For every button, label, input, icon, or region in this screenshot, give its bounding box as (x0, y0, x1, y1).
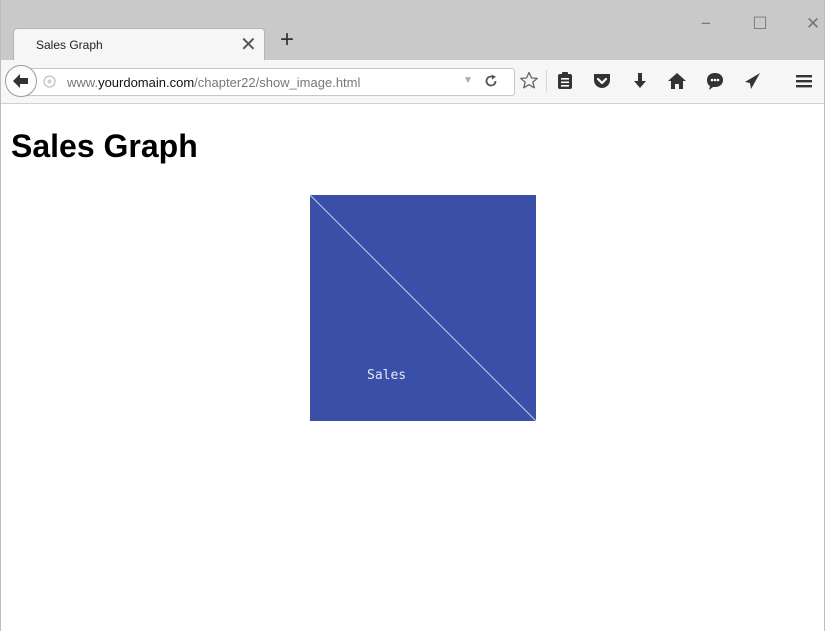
chat-icon[interactable] (703, 69, 727, 93)
url-history-dropdown-icon[interactable]: ▼ (463, 75, 473, 86)
home-icon[interactable] (665, 69, 689, 93)
tab-title: Sales Graph (36, 38, 103, 52)
minimize-button[interactable]: − (688, 10, 724, 38)
maximize-button[interactable]: ☐ (742, 10, 778, 38)
page-title: Sales Graph (11, 128, 198, 164)
url-path: /chapter22/show_image.html (194, 75, 361, 90)
reload-icon[interactable] (483, 73, 499, 89)
bookmark-star-icon[interactable] (517, 69, 541, 93)
sales-image-label: Sales (367, 368, 406, 383)
site-info-icon[interactable] (43, 75, 56, 88)
back-arrow-icon (13, 74, 28, 88)
toolbar-divider (546, 70, 547, 92)
back-button[interactable] (5, 65, 37, 97)
navigation-bar: www.yourdomain.com/chapter22/show_image.… (1, 60, 824, 104)
hamburger-menu-icon[interactable] (792, 69, 816, 93)
tab-sales-graph[interactable]: Sales Graph ✕ (13, 28, 265, 61)
url-prefix: www. (67, 75, 99, 90)
send-icon[interactable] (740, 69, 764, 93)
page-content: Sales Graph Sales (1, 104, 824, 631)
sales-graph-image: Sales (310, 195, 536, 421)
tab-strip: Sales Graph ✕ + − ☐ ✕ (1, 0, 824, 61)
url-domain: yourdomain.com (98, 75, 195, 90)
reader-list-icon[interactable] (553, 69, 577, 93)
close-window-button[interactable]: ✕ (795, 10, 824, 38)
download-icon[interactable] (628, 69, 652, 93)
browser-window: Sales Graph ✕ + − ☐ ✕ www.yourdomain.com… (0, 0, 825, 631)
new-tab-button[interactable]: + (275, 28, 299, 52)
tab-close-icon[interactable]: ✕ (240, 32, 257, 57)
url-text: www.yourdomain.com/chapter22/show_image.… (67, 75, 360, 90)
url-bar[interactable]: www.yourdomain.com/chapter22/show_image.… (25, 68, 515, 96)
pocket-icon[interactable] (590, 69, 614, 93)
